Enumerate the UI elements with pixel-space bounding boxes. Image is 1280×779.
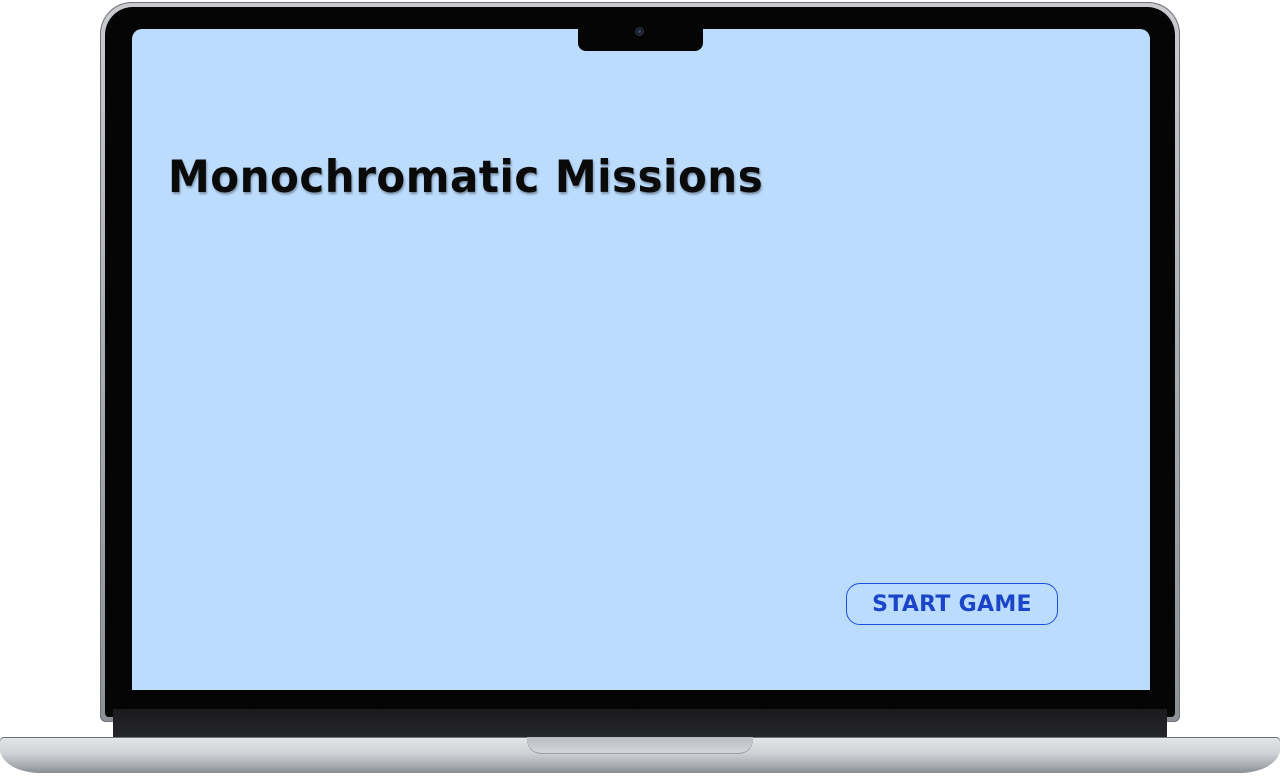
game-title: Monochromatic Missions bbox=[168, 151, 764, 203]
screen-chin bbox=[113, 709, 1167, 737]
lid-opening-notch bbox=[527, 737, 753, 754]
game-screen: Monochromatic Missions START GAME bbox=[132, 29, 1150, 690]
start-game-button[interactable]: START GAME bbox=[846, 583, 1058, 625]
camera-icon bbox=[636, 28, 643, 35]
laptop-mockup: Monochromatic Missions START GAME bbox=[0, 0, 1280, 779]
